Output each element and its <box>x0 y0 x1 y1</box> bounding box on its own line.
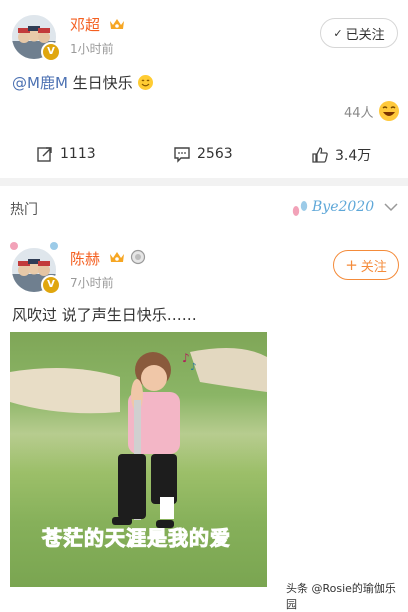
chevron-down-icon[interactable] <box>383 201 399 213</box>
svg-text:♪: ♪ <box>182 351 190 365</box>
section-divider <box>0 178 408 186</box>
bye2020-badge: Bye2020 <box>288 195 388 225</box>
plus-icon: + <box>345 255 358 274</box>
laugh-emoji-icon <box>378 101 399 121</box>
hot-section-label: 热门 <box>10 202 38 218</box>
post-time: 7小时前 <box>70 276 114 290</box>
avatar-frame-decoration-icon <box>10 242 58 250</box>
chevron-down-icon: ✓ <box>333 26 343 40</box>
followed-label: 已关注 <box>345 27 385 43</box>
comment-button[interactable]: 2563 <box>173 145 233 163</box>
verified-badge-icon: V <box>41 42 61 62</box>
username[interactable]: 陈赫 <box>70 248 100 269</box>
post-image[interactable]: ♪ ♪ 苍茫的天涯是我的爱 <box>10 332 267 587</box>
likes-summary[interactable]: 44人 <box>344 100 400 122</box>
post-content: @M鹿M 生日快乐 <box>12 72 154 95</box>
smile-emoji-icon <box>137 74 154 95</box>
thumbs-up-icon <box>312 147 328 163</box>
comment-icon <box>174 147 190 163</box>
post-time: 1小时前 <box>70 42 114 56</box>
crown-icon <box>110 19 124 29</box>
like-count: 3.4万 <box>335 148 372 164</box>
follow-label: 关注 <box>360 259 387 275</box>
svg-text:♪: ♪ <box>190 362 196 373</box>
post-text: 风吹过 说了声生日快乐…… <box>12 306 197 324</box>
comment-count: 2563 <box>197 146 233 162</box>
verified-badge-icon: V <box>41 275 61 295</box>
username[interactable]: 邓超 <box>70 14 100 35</box>
badge-text: Bye2020 <box>312 199 375 215</box>
followed-button[interactable]: ✓ 已关注 <box>320 18 398 48</box>
footer-watermark: 头条 @Rosie的瑜伽乐园 <box>284 580 408 612</box>
crown-icon <box>110 252 124 262</box>
image-caption: 苍茫的天涯是我的爱 <box>42 526 231 551</box>
mention-link[interactable]: @M鹿M <box>12 74 68 92</box>
likes-count: 44人 <box>344 105 374 121</box>
medal-icon <box>130 249 146 265</box>
post-text: 生日快乐 <box>67 74 133 92</box>
repost-count: 1113 <box>60 146 96 162</box>
follow-button[interactable]: + 关注 <box>333 250 399 280</box>
repost-icon <box>37 147 52 162</box>
like-button[interactable]: 3.4万 <box>311 145 371 165</box>
repost-button[interactable]: 1113 <box>36 145 96 163</box>
